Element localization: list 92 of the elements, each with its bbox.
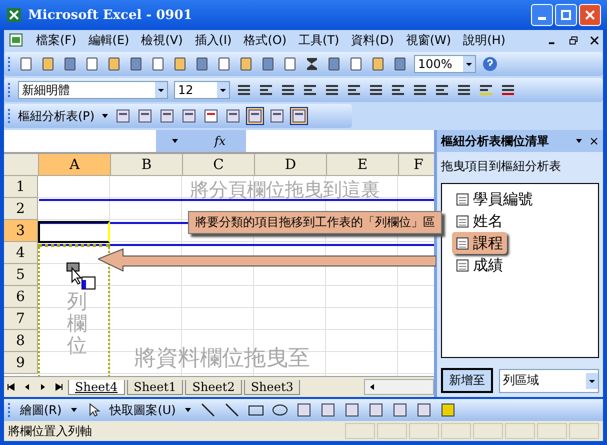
field-item[interactable]: 成績 xyxy=(452,254,507,276)
restore-icon[interactable] xyxy=(569,36,578,44)
status-bar-panel xyxy=(409,423,439,439)
menu-item[interactable]: 檢視(V) xyxy=(141,32,183,48)
oval-icon[interactable] xyxy=(272,402,288,418)
insert-function-button[interactable]: fx xyxy=(214,134,226,148)
row-header[interactable]: 1 xyxy=(4,176,38,198)
field-icon xyxy=(456,214,469,228)
row-header[interactable]: 4 xyxy=(4,242,38,264)
sum-icon[interactable] xyxy=(304,56,320,72)
column-header[interactable]: F xyxy=(399,154,434,176)
autoshapes-menu[interactable]: 快取圖案(U) xyxy=(110,402,176,418)
add-to-button[interactable]: 新增至 xyxy=(441,368,493,393)
field-item[interactable]: 學員編號 xyxy=(452,188,537,210)
caret-icon[interactable] xyxy=(171,137,179,145)
status-bar-panel xyxy=(537,423,567,439)
row-header[interactable]: 2 xyxy=(4,198,38,220)
row-field-drop-hint: 列欄位 xyxy=(67,290,87,356)
row-header[interactable]: 6 xyxy=(4,286,38,308)
field-icon xyxy=(456,192,469,206)
row-header[interactable]: 9 xyxy=(4,352,38,374)
row-header[interactable]: 7 xyxy=(4,308,38,330)
draw-menu[interactable]: 繪圖(R) xyxy=(20,402,62,418)
sheet-tab[interactable]: Sheet3 xyxy=(244,380,300,394)
minimize-button[interactable] xyxy=(531,4,553,26)
fill-color-icon[interactable] xyxy=(478,82,494,98)
menu-item[interactable]: 檔案(F) xyxy=(36,32,76,48)
first-sheet-icon[interactable] xyxy=(6,382,16,392)
align-center-icon[interactable] xyxy=(324,82,340,98)
close-icon xyxy=(585,10,595,20)
minimize-icon xyxy=(538,16,546,20)
close-icon[interactable] xyxy=(590,36,599,44)
menu-item[interactable]: 插入(I) xyxy=(194,32,232,48)
status-bar-panel xyxy=(377,423,407,439)
field-item[interactable]: 課程 xyxy=(452,232,507,254)
menu-item[interactable]: 工具(T) xyxy=(298,32,340,48)
zoom-dropdown[interactable]: 100% xyxy=(414,55,476,73)
row-header[interactable]: 5 xyxy=(4,264,38,286)
panel-close-button[interactable]: × xyxy=(588,134,599,148)
column-header[interactable]: B xyxy=(111,154,183,176)
workbook-icon xyxy=(8,32,24,48)
caret-icon[interactable] xyxy=(184,406,192,414)
row-header[interactable]: 8 xyxy=(4,330,38,352)
field-icon xyxy=(456,236,469,250)
panel-title: 樞紐分析表欄位清單 xyxy=(441,132,550,150)
sheet-tab[interactable]: Sheet2 xyxy=(185,380,242,394)
row-header[interactable]: 3 xyxy=(4,220,38,242)
menu-item[interactable]: 說明(H) xyxy=(463,32,506,48)
status-bar-panel xyxy=(345,423,375,439)
status-text: 將欄位置入列軸 xyxy=(8,422,92,440)
menu-item[interactable]: 編輯(E) xyxy=(88,32,130,48)
close-button[interactable] xyxy=(579,4,601,26)
field-icon xyxy=(456,258,469,272)
last-sheet-icon[interactable] xyxy=(54,382,64,392)
help-icon[interactable] xyxy=(482,56,498,72)
callout-label: 將要分類的項目拖移到工作表的「列欄位」區 xyxy=(188,211,442,234)
fill-color-icon[interactable] xyxy=(440,402,456,418)
align-right-icon[interactable] xyxy=(346,82,362,98)
sheet-tab[interactable]: Sheet4 xyxy=(68,380,125,394)
maximize-button[interactable] xyxy=(555,4,577,26)
status-bar-panel xyxy=(441,423,471,439)
status-bar-panel xyxy=(473,423,503,439)
status-bar-panel xyxy=(505,423,535,439)
caret-icon[interactable] xyxy=(70,406,78,414)
area-dropdown[interactable]: 列區域 xyxy=(499,368,599,392)
drag-cursor-icon xyxy=(66,262,96,292)
font-dropdown[interactable]: 新細明體 xyxy=(18,81,168,99)
window-title: Microsoft Excel - 0901 xyxy=(28,8,194,22)
menu-item[interactable]: 格式(O) xyxy=(244,32,287,48)
column-header[interactable]: A xyxy=(39,154,111,176)
panel-instruction: 拖曳項目到樞紐分析表 xyxy=(441,158,562,175)
data-field-drop-hint: 將資料欄位拖曳至 xyxy=(134,347,310,372)
line-icon[interactable] xyxy=(200,402,216,418)
horizontal-scrollbar[interactable] xyxy=(364,379,434,395)
column-header[interactable]: D xyxy=(255,154,327,176)
active-cell[interactable] xyxy=(38,221,110,243)
page-field-drop-hint: 將分頁欄位拖曳到這裏 xyxy=(190,178,380,203)
excel-logo-icon xyxy=(6,7,22,23)
panel-menu-icon[interactable] xyxy=(574,137,583,145)
font-size-dropdown[interactable]: 12 xyxy=(174,81,230,99)
menu-item[interactable]: 視窗(W) xyxy=(406,32,452,48)
caret-icon[interactable] xyxy=(100,112,109,120)
align-left-icon[interactable] xyxy=(302,82,318,98)
font-color-icon[interactable] xyxy=(500,82,516,98)
column-header[interactable]: E xyxy=(327,154,399,176)
sheet-tab[interactable]: Sheet1 xyxy=(126,380,184,394)
column-header[interactable]: C xyxy=(183,154,255,176)
status-bar-panel xyxy=(569,423,599,439)
menu-item[interactable]: 資料(D) xyxy=(351,32,394,48)
pivot-table-menu[interactable]: 樞紐分析表(P) xyxy=(18,108,95,124)
maximize-icon xyxy=(561,10,571,20)
field-item[interactable]: 姓名 xyxy=(452,210,507,232)
